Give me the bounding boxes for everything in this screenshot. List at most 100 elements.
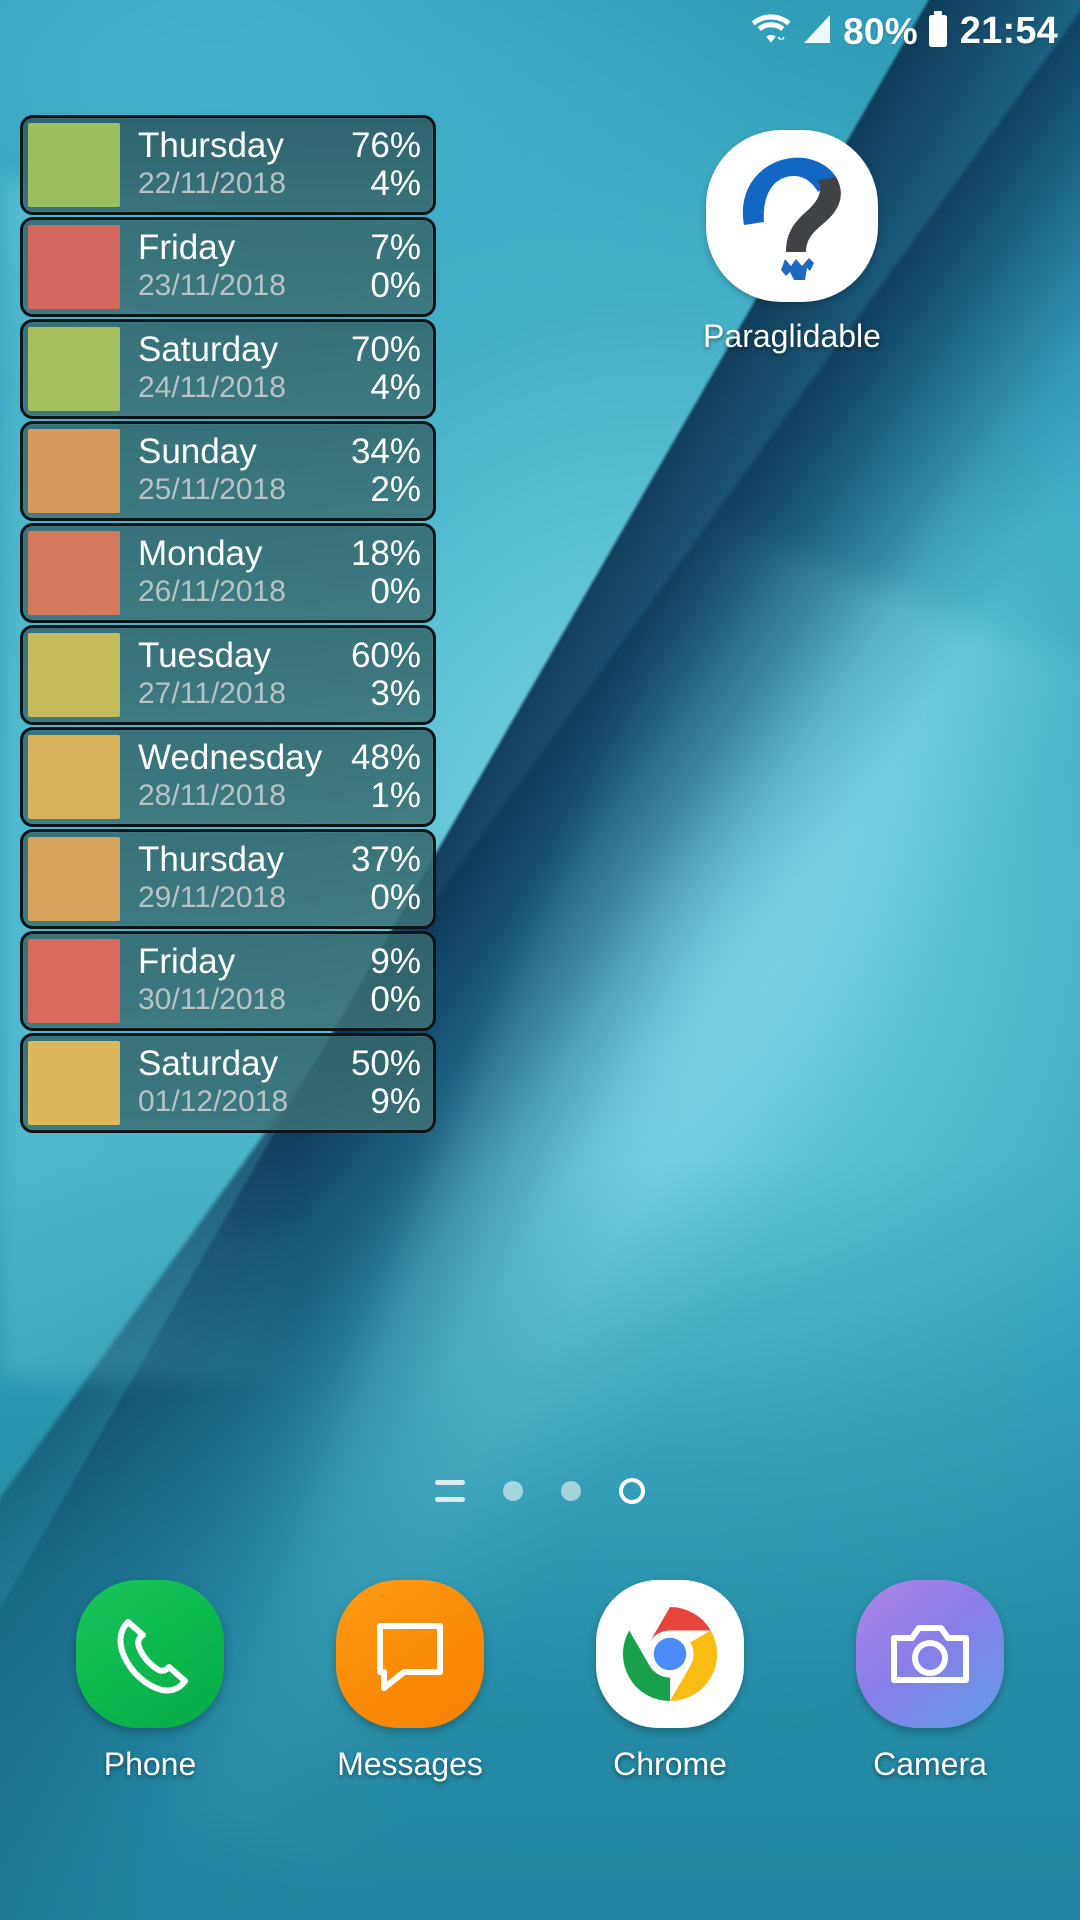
forecast-primary-percent: 48% <box>350 738 421 777</box>
forecast-secondary-percent: 0% <box>370 266 421 305</box>
forecast-day-label: Thursday <box>138 840 284 879</box>
paraglidable-forecast-widget[interactable]: Thursday 22/11/2018 76% 4% Friday 23/11/2018 7… <box>20 115 436 1135</box>
forecast-primary-percent: 9% <box>370 942 421 981</box>
forecast-row[interactable]: Friday 23/11/2018 7% 0% <box>20 217 436 317</box>
page-dot-3[interactable] <box>619 1478 645 1504</box>
forecast-row-labels: Friday 30/11/2018 <box>120 934 370 1028</box>
forecast-date-label: 01/12/2018 <box>138 1085 289 1118</box>
page-indicator-row <box>0 1478 1080 1504</box>
forecast-row[interactable]: Wednesday 28/11/2018 48% 1% <box>20 727 436 827</box>
forecast-color-swatch <box>28 123 120 207</box>
forecast-date-label: 23/11/2018 <box>138 269 286 302</box>
home-pages-icon[interactable] <box>435 1480 465 1502</box>
status-bar: 80% 21:54 <box>0 0 1080 62</box>
dock-app-phone[interactable]: Phone <box>50 1580 250 1783</box>
forecast-day-label: Tuesday <box>138 636 271 675</box>
forecast-date-label: 28/11/2018 <box>138 779 286 812</box>
forecast-primary-percent: 18% <box>350 534 421 573</box>
forecast-date-label: 29/11/2018 <box>138 881 286 914</box>
forecast-primary-percent: 34% <box>350 432 421 471</box>
forecast-color-swatch <box>28 633 120 717</box>
forecast-row-labels: Thursday 29/11/2018 <box>120 832 351 926</box>
forecast-secondary-percent: 0% <box>370 572 421 611</box>
forecast-date-label: 24/11/2018 <box>138 371 286 404</box>
forecast-row-values: 70% 4% <box>351 322 433 416</box>
forecast-primary-percent: 50% <box>350 1044 421 1083</box>
forecast-color-swatch <box>28 735 120 819</box>
forecast-day-label: Friday <box>138 228 236 267</box>
app-label-paraglidable: Paraglidable <box>703 318 881 354</box>
dock-label-phone: Phone <box>103 1746 197 1782</box>
forecast-row-labels: Wednesday 28/11/2018 <box>120 730 351 824</box>
battery-percent-label: 80% <box>843 10 918 52</box>
forecast-row-labels: Monday 26/11/2018 <box>120 526 351 620</box>
forecast-color-swatch <box>28 225 120 309</box>
forecast-secondary-percent: 0% <box>370 980 421 1019</box>
wallpaper-bottom-tint <box>0 1160 1080 1920</box>
wifi-icon <box>751 12 791 51</box>
forecast-row-values: 9% 0% <box>370 934 433 1028</box>
forecast-row[interactable]: Saturday 01/12/2018 50% 9% <box>20 1033 436 1133</box>
forecast-row[interactable]: Friday 30/11/2018 9% 0% <box>20 931 436 1031</box>
forecast-row-values: 60% 3% <box>351 628 433 722</box>
forecast-date-label: 30/11/2018 <box>138 983 286 1016</box>
forecast-row-values: 37% 0% <box>351 832 433 926</box>
forecast-row-values: 76% 4% <box>351 118 433 212</box>
dock-app-messages[interactable]: Messages <box>310 1580 510 1783</box>
phone-icon <box>76 1580 224 1728</box>
forecast-row-values: 50% 9% <box>351 1036 433 1130</box>
forecast-row-values: 18% 0% <box>351 526 433 620</box>
forecast-color-swatch <box>28 939 120 1023</box>
app-icon-paraglidable[interactable]: Paraglidable <box>672 130 912 355</box>
forecast-row-labels: Saturday 24/11/2018 <box>120 322 351 416</box>
forecast-primary-percent: 7% <box>370 228 421 267</box>
dock-app-camera[interactable]: Camera <box>830 1580 1030 1783</box>
chrome-icon <box>596 1580 744 1728</box>
messages-icon <box>336 1580 484 1728</box>
forecast-row-labels: Sunday 25/11/2018 <box>120 424 351 518</box>
dock: Phone Messages Chrome Camera <box>0 1580 1080 1783</box>
forecast-secondary-percent: 4% <box>370 368 421 407</box>
forecast-color-swatch <box>28 429 120 513</box>
dock-app-chrome[interactable]: Chrome <box>570 1580 770 1783</box>
forecast-row-labels: Friday 23/11/2018 <box>120 220 370 314</box>
forecast-secondary-percent: 1% <box>370 776 421 815</box>
forecast-day-label: Saturday <box>138 330 279 369</box>
forecast-row-labels: Thursday 22/11/2018 <box>120 118 351 212</box>
forecast-row-values: 7% 0% <box>370 220 433 314</box>
camera-icon <box>856 1580 1004 1728</box>
forecast-row[interactable]: Monday 26/11/2018 18% 0% <box>20 523 436 623</box>
forecast-primary-percent: 70% <box>350 330 421 369</box>
forecast-secondary-percent: 4% <box>370 164 421 203</box>
home-screen: 80% 21:54 Thursday 22/11/2018 76% 4% Friday 2… <box>0 0 1080 1920</box>
forecast-row[interactable]: Sunday 25/11/2018 34% 2% <box>20 421 436 521</box>
forecast-day-label: Wednesday <box>138 738 323 777</box>
status-bar-clock: 21:54 <box>959 10 1058 52</box>
battery-icon <box>927 10 949 53</box>
forecast-color-swatch <box>28 327 120 411</box>
forecast-row[interactable]: Tuesday 27/11/2018 60% 3% <box>20 625 436 725</box>
forecast-row-values: 34% 2% <box>351 424 433 518</box>
forecast-row[interactable]: Saturday 24/11/2018 70% 4% <box>20 319 436 419</box>
forecast-day-label: Thursday <box>138 126 284 165</box>
forecast-primary-percent: 60% <box>350 636 421 675</box>
dock-label-camera: Camera <box>873 1746 987 1782</box>
forecast-day-label: Saturday <box>138 1044 279 1083</box>
forecast-secondary-percent: 0% <box>370 878 421 917</box>
forecast-primary-percent: 37% <box>350 840 421 879</box>
page-dot-1[interactable] <box>503 1481 523 1501</box>
forecast-primary-percent: 76% <box>350 126 421 165</box>
forecast-date-label: 27/11/2018 <box>138 677 286 710</box>
forecast-day-label: Monday <box>138 534 263 573</box>
forecast-color-swatch <box>28 837 120 921</box>
forecast-row[interactable]: Thursday 29/11/2018 37% 0% <box>20 829 436 929</box>
forecast-row[interactable]: Thursday 22/11/2018 76% 4% <box>20 115 436 215</box>
page-dot-2[interactable] <box>561 1481 581 1501</box>
forecast-row-values: 48% 1% <box>351 730 433 824</box>
forecast-date-label: 26/11/2018 <box>138 575 286 608</box>
forecast-day-label: Sunday <box>138 432 257 471</box>
forecast-date-label: 25/11/2018 <box>138 473 286 506</box>
forecast-day-label: Friday <box>138 942 236 981</box>
forecast-color-swatch <box>28 531 120 615</box>
forecast-color-swatch <box>28 1041 120 1125</box>
